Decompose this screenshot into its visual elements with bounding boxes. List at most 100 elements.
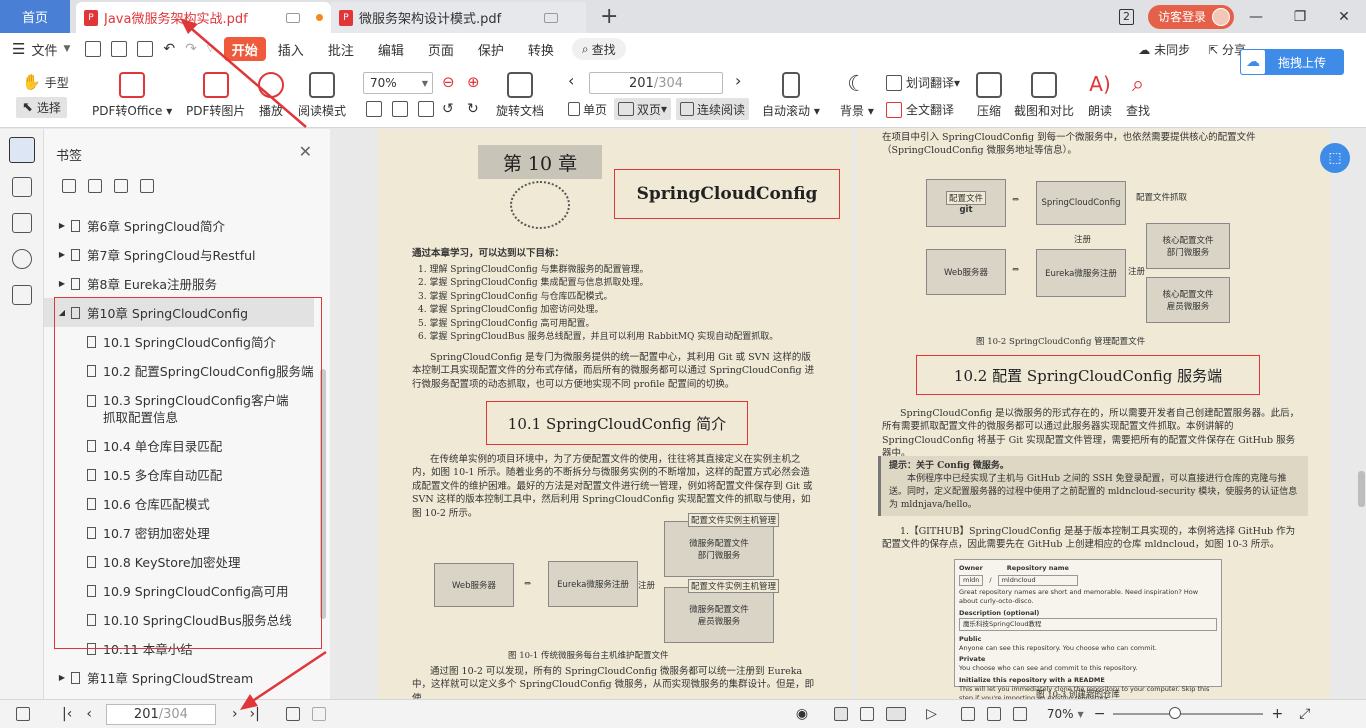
fit-width-icon[interactable] xyxy=(418,101,438,117)
doc-tab-inactive[interactable]: P 微服务架构设计模式.pdf xyxy=(331,2,586,33)
zoom-out-icon[interactable]: − xyxy=(1094,706,1106,722)
window-count-badge[interactable]: 2 xyxy=(1118,8,1134,25)
thumbnail-icon[interactable] xyxy=(11,177,32,197)
compress-button[interactable]: 压缩 xyxy=(976,72,1002,119)
expand-arrow-icon[interactable]: ▶ xyxy=(56,673,68,682)
floating-tool-button[interactable]: ⬚ xyxy=(1320,143,1350,173)
rotate-doc-button[interactable]: 旋转文档 xyxy=(496,72,544,119)
double-page-button[interactable]: 双页 ▾ xyxy=(614,98,672,120)
tab-window-icon[interactable] xyxy=(286,12,300,23)
bookmark-panel-icon[interactable] xyxy=(8,137,35,163)
fit-page-icon[interactable] xyxy=(392,101,412,117)
menu-protect[interactable]: 保护 xyxy=(466,37,516,61)
minimize-icon[interactable]: — xyxy=(1234,9,1278,25)
select-tool[interactable]: ⬉ 选择 xyxy=(16,97,67,118)
forward-icon[interactable] xyxy=(311,707,326,721)
expand-all-icon[interactable] xyxy=(62,179,76,193)
comment-icon[interactable] xyxy=(11,213,32,233)
collapse-all-icon[interactable] xyxy=(88,179,102,193)
document-scroll-thumb[interactable] xyxy=(1358,471,1365,507)
prev-page-icon[interactable]: ‹ xyxy=(568,71,574,90)
file-menu[interactable]: 文件 xyxy=(31,40,57,59)
expand-arrow-icon[interactable]: ▶ xyxy=(56,279,68,288)
menu-start[interactable]: 开始 xyxy=(223,37,266,61)
pdf-to-office-button[interactable]: PDF转Office ▾ xyxy=(92,72,172,119)
find-button[interactable]: ⌕ 查找 xyxy=(1126,72,1150,119)
undo-icon[interactable]: ↶ xyxy=(163,41,175,57)
open-folder-icon[interactable] xyxy=(85,41,102,57)
bookmark-item[interactable]: ▶ 第8章 Eureka注册服务 xyxy=(44,269,324,298)
print-icon[interactable] xyxy=(137,41,154,57)
fit-page-icon[interactable] xyxy=(986,707,1001,721)
guest-login-button[interactable]: 访客登录 xyxy=(1147,4,1234,29)
tab-window-icon[interactable] xyxy=(544,12,558,23)
delete-bookmark-icon[interactable] xyxy=(140,179,154,193)
pdf-to-image-button[interactable]: PDF转图片 xyxy=(186,72,245,119)
zoom-in-icon[interactable]: + xyxy=(1271,706,1283,722)
more-chevron-icon[interactable]: ▽ xyxy=(207,44,214,54)
read-aloud-button[interactable]: A) 朗读 xyxy=(1088,72,1112,119)
bookmark-item[interactable]: ▶ 第6章 SpringCloud简介 xyxy=(44,211,324,240)
word-translate-button[interactable]: 划词翻译 ▾ xyxy=(886,74,960,91)
close-icon[interactable]: ✕ xyxy=(299,142,312,161)
single-view-icon[interactable] xyxy=(860,707,875,721)
zoom-slider-knob[interactable] xyxy=(1168,707,1181,719)
back-icon[interactable] xyxy=(285,707,300,721)
add-bookmark-icon[interactable] xyxy=(114,179,128,193)
first-page-icon[interactable]: |‹ xyxy=(62,706,72,722)
doc-tab-active[interactable]: P Java微服务架构实战.pdf xyxy=(76,2,331,33)
last-page-icon[interactable]: ›| xyxy=(250,706,260,722)
play-icon[interactable]: ▷ xyxy=(926,706,937,722)
expand-arrow-icon[interactable]: ▶ xyxy=(56,221,68,230)
fullscreen-icon[interactable]: ⤢ xyxy=(1299,706,1310,722)
zoom-slider[interactable] xyxy=(1113,707,1264,719)
background-button[interactable]: ☾ 背景 ▾ xyxy=(840,72,874,119)
menu-annotate[interactable]: 批注 xyxy=(316,37,366,61)
next-page-icon[interactable]: › xyxy=(232,706,238,722)
rotate-right-icon[interactable]: ↻ xyxy=(467,101,479,117)
rotate-left-icon[interactable]: ↺ xyxy=(442,101,454,117)
bookmark-item[interactable]: ▶ 第11章 SpringCloudStream xyxy=(44,663,324,692)
full-translate-button[interactable]: 全文翻译 xyxy=(886,101,954,118)
sync-status[interactable]: ☁ 未同步 xyxy=(1138,41,1190,58)
actual-size-icon[interactable] xyxy=(960,707,975,721)
document-scrollbar[interactable] xyxy=(1356,129,1366,699)
status-zoom-value[interactable]: 70% xyxy=(1047,707,1074,721)
screenshot-compare-button[interactable]: 截图和对比 xyxy=(1014,72,1074,119)
close-window-icon[interactable]: ✕ xyxy=(1322,9,1366,25)
menu-convert[interactable]: 转换 xyxy=(516,37,566,61)
continuous-read-button[interactable]: 连续阅读 xyxy=(676,98,750,120)
hamburger-icon[interactable]: ☰ xyxy=(12,40,25,58)
zoom-in-icon[interactable]: ⊕ xyxy=(467,73,480,91)
play-button[interactable]: 播放 xyxy=(258,72,284,119)
next-page-icon[interactable]: › xyxy=(735,71,741,90)
restore-icon[interactable]: ❐ xyxy=(1278,9,1322,25)
fit-width-icon[interactable] xyxy=(1012,707,1027,721)
auto-scroll-button[interactable]: 自动滚动 ▾ xyxy=(762,72,820,119)
sidebar-toggle-icon[interactable] xyxy=(16,707,30,721)
menu-insert[interactable]: 插入 xyxy=(266,37,316,61)
attachment-icon[interactable] xyxy=(11,249,32,269)
zoom-out-icon[interactable]: ⊖ xyxy=(442,73,455,91)
hand-tool[interactable]: ✋ 手型 xyxy=(22,73,69,91)
menu-page[interactable]: 页面 xyxy=(416,37,466,61)
actual-size-icon[interactable] xyxy=(366,101,386,117)
chevron-down-icon[interactable]: ▼ xyxy=(1078,710,1084,719)
home-tab[interactable]: 首页 xyxy=(0,0,70,33)
bookmark-item[interactable]: ▶ 第7章 SpringCloud与Restful xyxy=(44,240,324,269)
signature-icon[interactable] xyxy=(11,285,32,305)
eye-protection-icon[interactable]: ◉ xyxy=(796,706,808,722)
read-mode-button[interactable]: 阅读模式 xyxy=(298,72,346,119)
menu-edit[interactable]: 编辑 xyxy=(366,37,416,61)
drag-upload-button[interactable]: ☁ 拖拽上传 xyxy=(1240,49,1344,75)
new-tab-plus-icon[interactable]: + xyxy=(600,3,618,31)
search-button[interactable]: ⌕ 查找 xyxy=(571,38,626,60)
single-page-button[interactable]: 单页 xyxy=(564,98,611,120)
page-number-input[interactable]: 201/304 xyxy=(589,72,723,94)
chevron-down-icon[interactable]: ▼ xyxy=(63,44,70,54)
status-page-input[interactable]: 201/304 xyxy=(105,703,216,725)
save-icon[interactable] xyxy=(111,41,128,57)
prev-page-icon[interactable]: ‹ xyxy=(86,706,92,722)
expand-arrow-icon[interactable]: ▶ xyxy=(56,250,68,259)
continuous-view-icon[interactable] xyxy=(834,707,849,721)
